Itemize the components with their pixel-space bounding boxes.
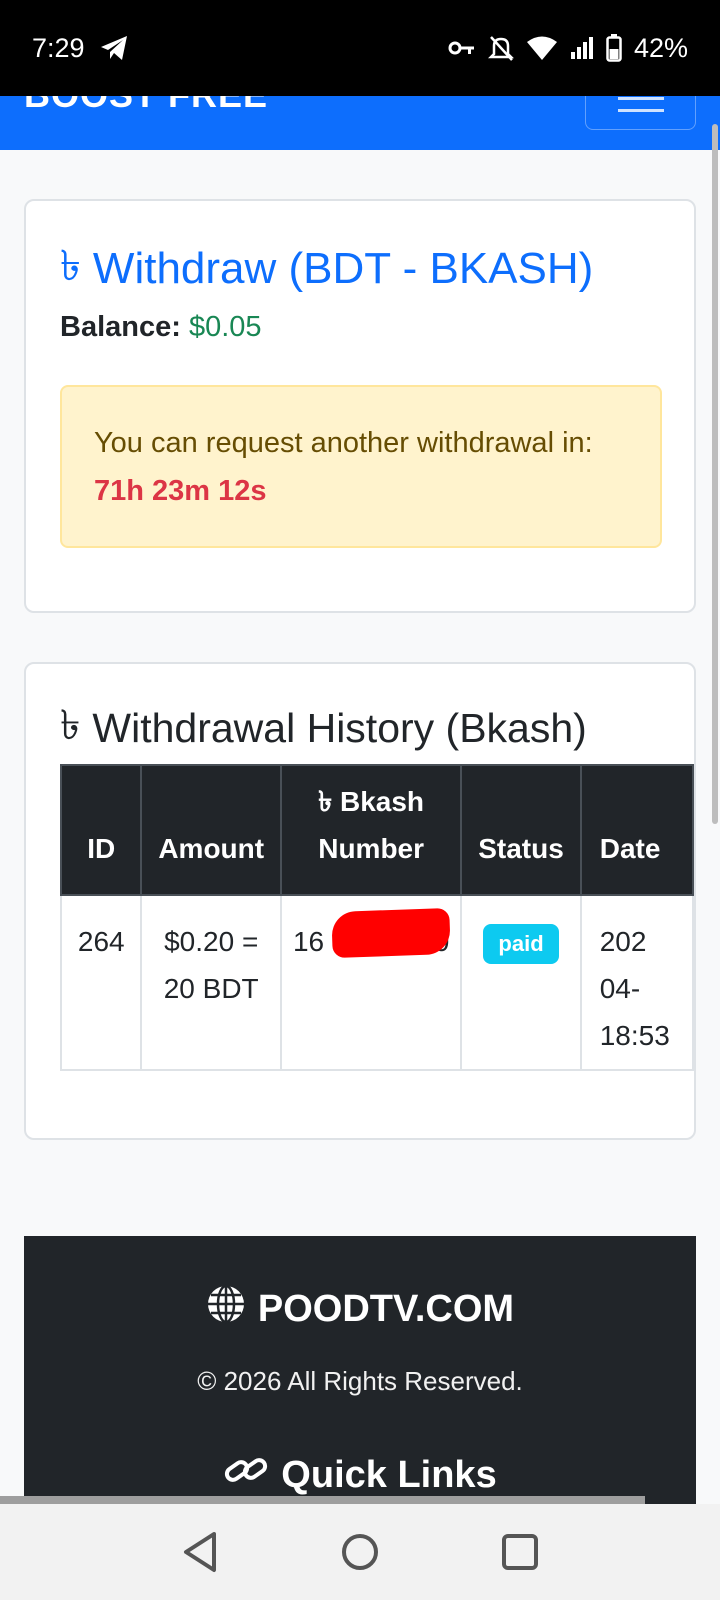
redaction-mark [331,907,451,959]
cooldown-timer: 71h 23m 12s [94,475,267,507]
withdrawal-history-card: ৳ Withdrawal History (Bkash) ID Amount ৳… [24,662,696,1140]
amount-usd: $0.20 = [164,926,259,957]
status-badge: paid [483,924,559,964]
footer-brand-text: POODTV.COM [257,1287,515,1330]
balance-label: Balance: [60,311,181,343]
date-line2: 04- [599,973,641,1004]
system-navigation-bar [0,1504,720,1600]
header-bkash-number: ৳ Bkash Number [279,764,463,896]
horizontal-scrollbar[interactable] [0,1496,645,1504]
history-title-text: Withdrawal History (Bkash) [92,705,587,751]
page-scrollbar[interactable] [712,124,718,824]
quick-links-heading: Quick Links [24,1451,696,1499]
withdraw-card: ৳ Withdraw (BDT - BKASH) Balance: $0.05 … [24,199,696,613]
history-table: ID Amount ৳ Bkash Number Status Date 264… [59,764,694,1071]
vpn-key-icon [448,38,476,58]
cell-id: 264 [59,894,143,1071]
balance: Balance: $0.05 [60,311,262,344]
cell-status: paid [460,894,582,1071]
telegram-icon [99,34,129,62]
withdraw-title-text: Withdraw (BDT - BKASH) [92,243,594,293]
battery-icon [606,34,622,62]
header-date: Date [579,764,694,896]
history-title: ৳ Withdrawal History (Bkash) [60,694,587,763]
date-line3: 18:53 [599,1020,670,1051]
table-header-row: ID Amount ৳ Bkash Number Status Date [59,764,694,896]
withdraw-title: ৳ Withdraw (BDT - BKASH) [60,233,593,304]
taka-icon: ৳ [60,702,81,748]
taka-icon: ৳ [318,786,333,817]
header-id: ID [59,764,143,896]
cooldown-alert: You can request another withdrawal in: 7… [60,385,662,548]
balance-value: $0.05 [188,311,262,343]
taka-icon: ৳ [60,242,81,289]
bell-off-icon [487,34,514,62]
alert-text: You can request another withdrawal in: [94,427,593,459]
status-time: 7:29 [32,32,85,63]
status-bar: 7:29 42% [0,0,720,96]
cell-date: 202 04- 18:53 [579,894,694,1071]
date-line1: 202 [599,926,647,957]
home-icon[interactable] [330,1522,390,1582]
header-number-line2: Number [318,833,425,864]
number-start: 16 [292,926,325,957]
globe-icon [206,1284,246,1334]
top-navbar: BOOST FREE [0,96,720,150]
recents-icon[interactable] [490,1522,550,1582]
quick-links-text: Quick Links [281,1453,497,1496]
footer-brand: POODTV.COM [24,1284,696,1334]
header-amount: Amount [140,764,282,896]
header-status: Status [460,764,582,896]
header-number-line1: Bkash [339,786,425,817]
table-row: 264 $0.20 = 20 BDT 1670 paid 202 04- 18:… [59,894,694,1071]
wifi-icon [526,35,558,61]
back-icon[interactable] [170,1522,230,1582]
brand-logo[interactable]: BOOST FREE [24,96,268,116]
cell-amount: $0.20 = 20 BDT [140,894,282,1071]
cell-bkash-number: 1670 [279,894,463,1071]
copyright-text: © 2026 All Rights Reserved. [197,1366,523,1396]
link-icon [223,1451,269,1499]
site-footer: POODTV.COM © 2026 All Rights Reserved. Q… [24,1236,696,1504]
hamburger-menu-icon[interactable] [585,96,696,130]
amount-bdt: 20 BDT [163,973,259,1004]
battery-percent: 42% [633,32,688,63]
signal-icon [570,36,594,60]
